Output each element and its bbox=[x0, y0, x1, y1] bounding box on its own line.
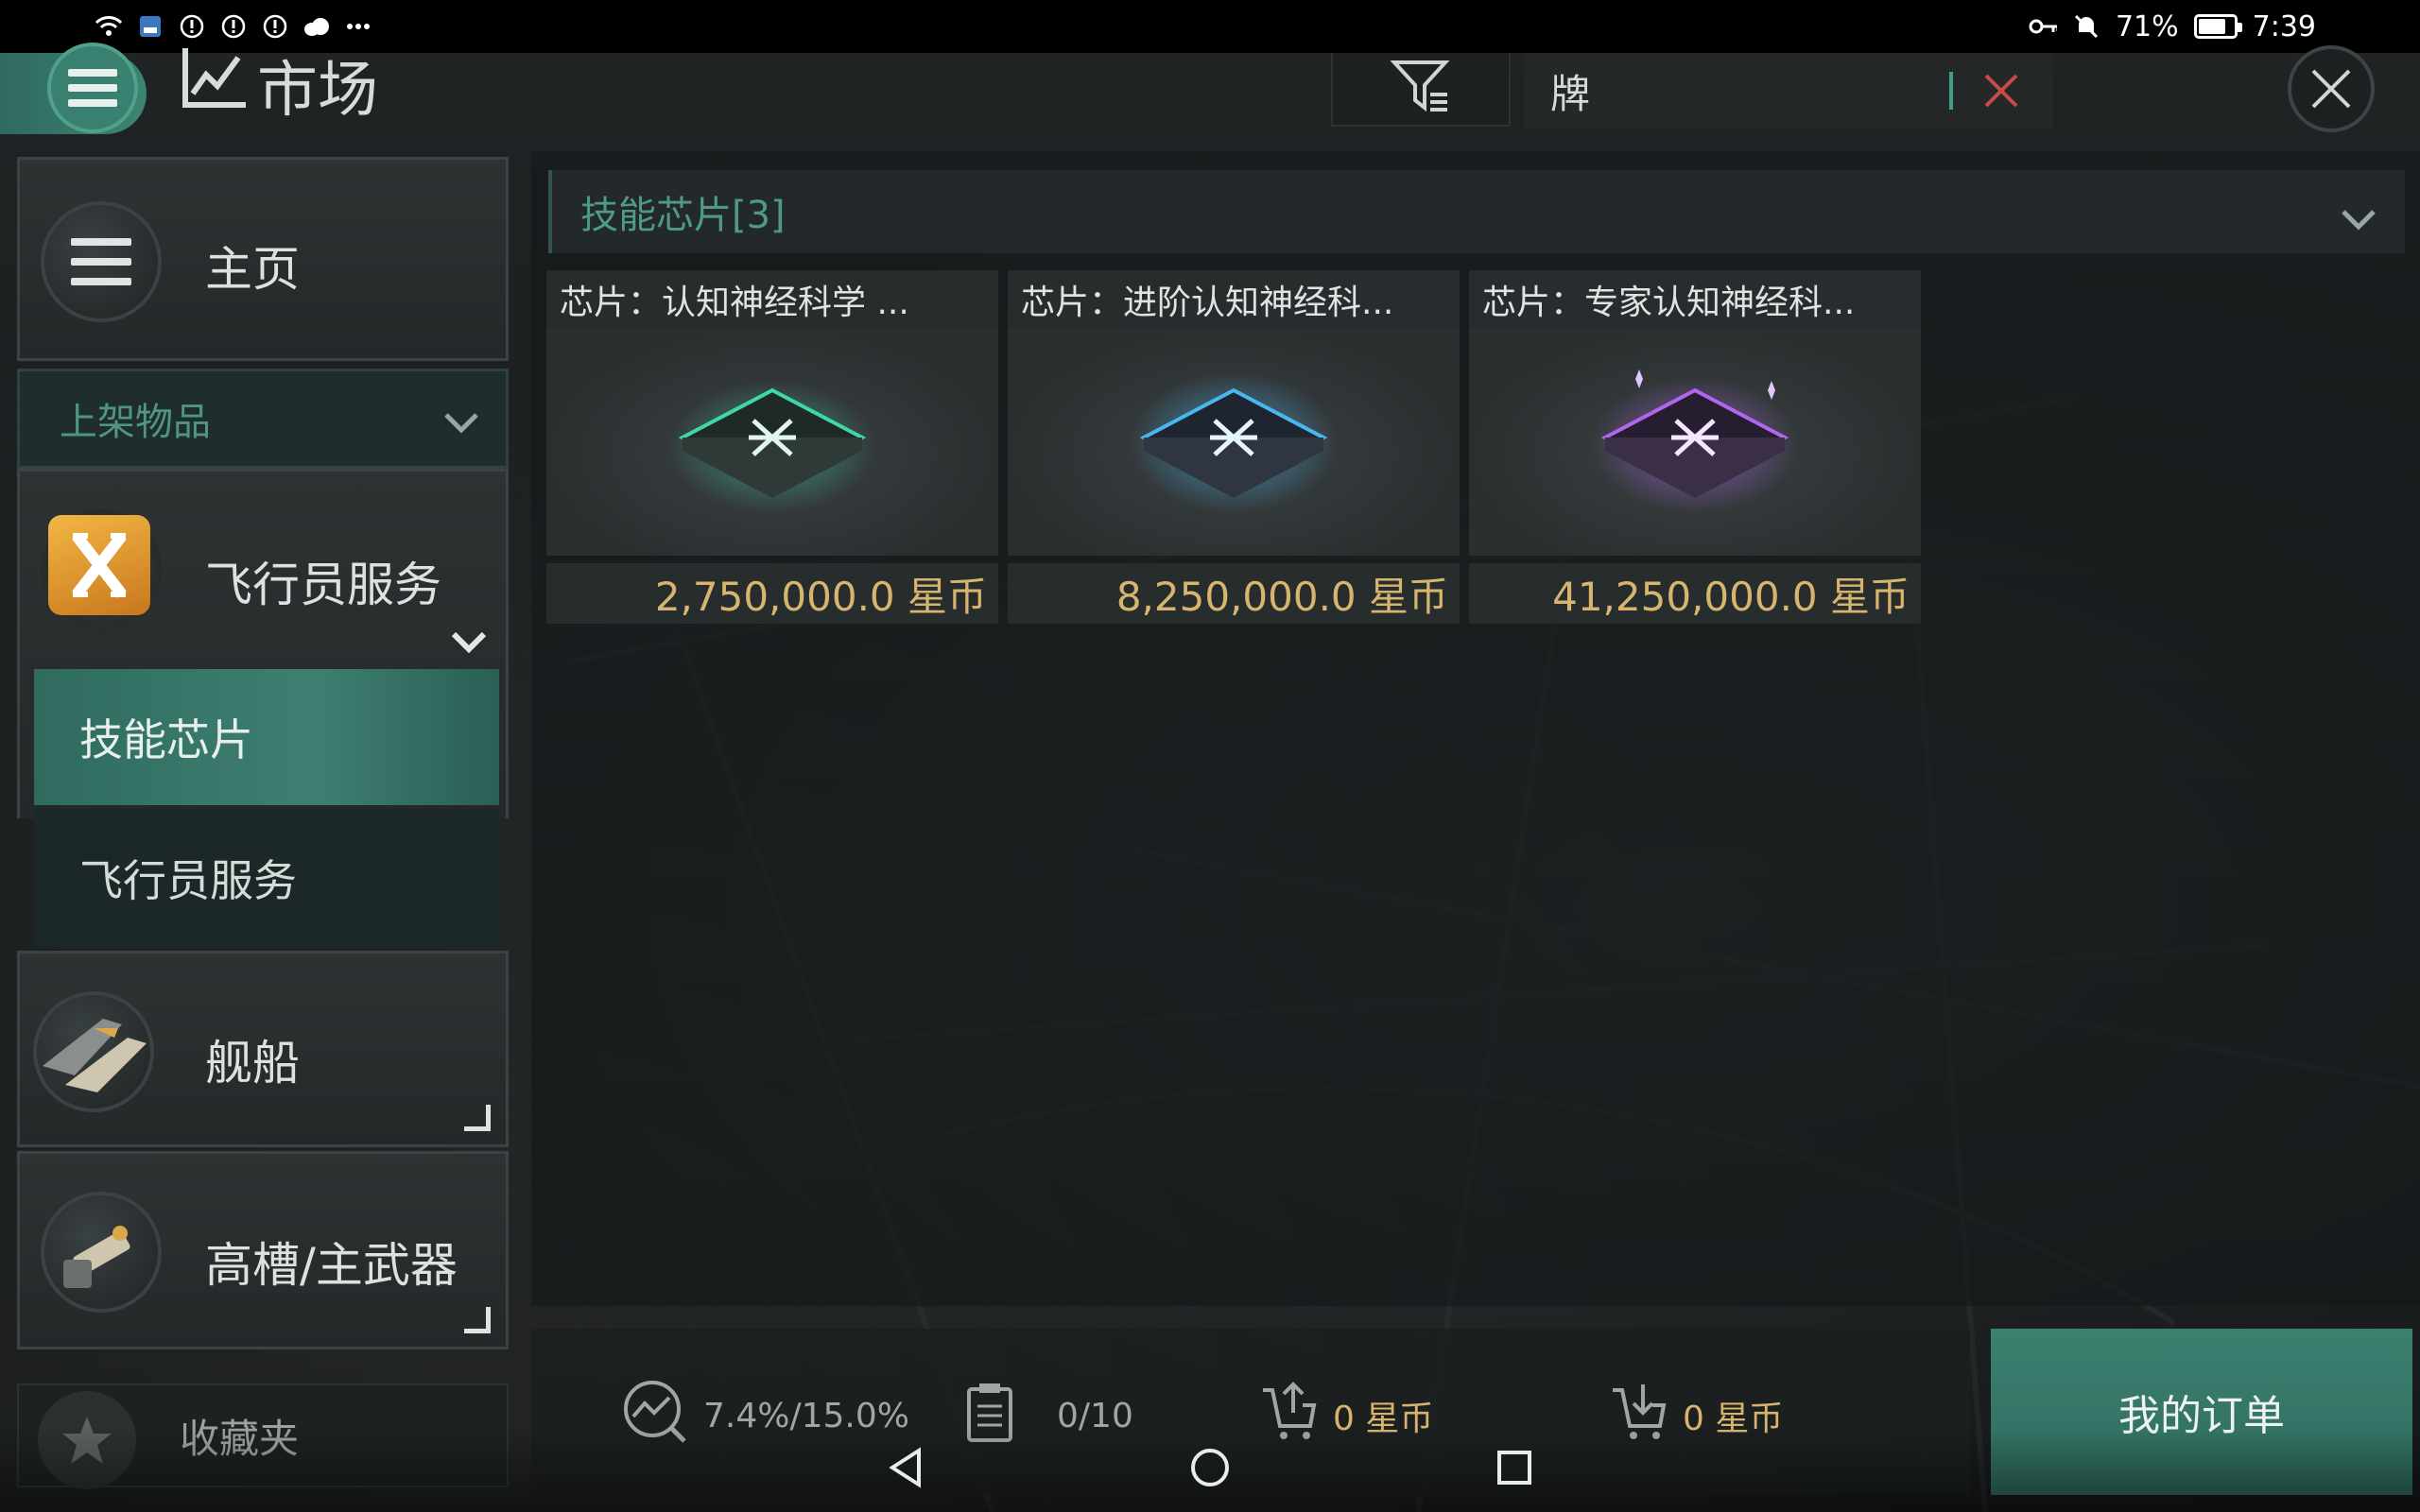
item-image bbox=[546, 329, 998, 556]
market-item-card[interactable]: 芯片：进阶认知神经科... 8,250,000.0 星币 bbox=[1008, 270, 1460, 624]
battery-icon bbox=[2193, 14, 2242, 39]
status-icons-left bbox=[95, 12, 372, 41]
item-price: 41,250,000.0 星币 bbox=[1469, 563, 1921, 624]
text-caret bbox=[1949, 72, 1953, 110]
close-window-button[interactable] bbox=[2288, 45, 2375, 132]
market-item-card[interactable]: 芯片：认知神经科学 ... 2,750,000.0 星币 bbox=[546, 270, 998, 624]
search-box bbox=[1524, 53, 2053, 129]
expand-corner-icon bbox=[464, 1307, 491, 1333]
market-chart-icon bbox=[182, 46, 248, 124]
sidebar-item-home[interactable]: 主页 bbox=[17, 157, 509, 361]
back-nav-button[interactable] bbox=[887, 1447, 925, 1492]
filter-icon bbox=[1390, 59, 1451, 119]
sidebar-item-label: 飞行员服务 bbox=[205, 558, 441, 612]
section-header-skill-chips[interactable]: 技能芯片[3] bbox=[548, 170, 2405, 253]
back-icon bbox=[889, 1447, 921, 1488]
sidebar-subitem-label: 飞行员服务 bbox=[79, 855, 297, 906]
sidebar-subitem-pilot-services[interactable]: 飞行员服务 bbox=[34, 809, 499, 947]
app-notification-icon bbox=[136, 12, 164, 41]
alert-icon bbox=[261, 12, 289, 41]
clear-search-button[interactable] bbox=[1978, 67, 2025, 114]
chip-icon bbox=[668, 381, 876, 513]
page-title-text: 市场 bbox=[257, 56, 378, 126]
cloud-icon bbox=[302, 12, 331, 41]
chip-icon bbox=[1130, 371, 1338, 513]
market-item-card[interactable]: 芯片：专家认知神经科... 41,250,000.0 星币 bbox=[1469, 270, 1921, 624]
recents-icon bbox=[1497, 1451, 1531, 1485]
main-menu-button[interactable] bbox=[0, 43, 147, 134]
sidebar-item-label: 舰船 bbox=[205, 1036, 300, 1091]
clock: 7:39 bbox=[2252, 9, 2316, 43]
wifi-icon bbox=[95, 12, 123, 41]
item-image bbox=[1008, 329, 1460, 556]
sidebar-item-ships[interactable]: 舰船 bbox=[17, 951, 509, 1147]
home-nav-button[interactable] bbox=[1189, 1447, 1231, 1492]
chip-icon bbox=[1591, 369, 1799, 513]
search-input[interactable] bbox=[1550, 67, 1947, 114]
sidebar: 主页 上架物品 飞行员服务 技能芯片 飞行员服务 舰船 高槽/主武器 bbox=[17, 157, 509, 1489]
chevron-down-icon bbox=[443, 400, 479, 443]
item-price: 2,750,000.0 星币 bbox=[546, 563, 998, 624]
chevron-down-icon bbox=[451, 630, 487, 657]
home-menu-icon bbox=[41, 201, 162, 322]
system-navigation-bar bbox=[0, 1427, 2420, 1512]
section-title: 技能芯片[3] bbox=[580, 194, 786, 237]
item-title: 芯片：专家认知神经科... bbox=[1469, 270, 1921, 329]
key-icon bbox=[2029, 12, 2057, 41]
listed-items-label: 上架物品 bbox=[60, 401, 211, 444]
expand-corner-icon bbox=[464, 1105, 491, 1131]
close-icon bbox=[1984, 74, 2018, 108]
status-icons-right: 71% 7:39 bbox=[2029, 10, 2325, 43]
ship-icon bbox=[33, 991, 154, 1112]
pilot-services-icon bbox=[48, 515, 150, 615]
sidebar-subitem-label: 技能芯片 bbox=[79, 714, 253, 765]
alert-icon bbox=[219, 12, 248, 41]
sidebar-item-label: 高槽/主武器 bbox=[205, 1238, 458, 1293]
battery-percent: 71% bbox=[2115, 9, 2179, 43]
chevron-down-icon bbox=[2341, 197, 2377, 240]
filter-button[interactable] bbox=[1331, 53, 1511, 127]
main-panel: 技能芯片[3] 芯片：认知神经科学 ... 2,750,000.0 星币 芯片：… bbox=[531, 151, 2420, 1306]
hamburger-icon bbox=[46, 43, 138, 133]
sidebar-item-label: 主页 bbox=[205, 242, 300, 297]
page-title: 市场 bbox=[182, 46, 378, 126]
item-title: 芯片：进阶认知神经科... bbox=[1008, 270, 1460, 329]
item-title: 芯片：认知神经科学 ... bbox=[546, 270, 998, 329]
recents-nav-button[interactable] bbox=[1495, 1449, 1533, 1490]
close-icon bbox=[2311, 69, 2351, 109]
home-circle-icon bbox=[1191, 1449, 1229, 1486]
listed-items-dropdown[interactable]: 上架物品 bbox=[17, 369, 509, 469]
more-icon bbox=[344, 12, 372, 41]
item-image bbox=[1469, 329, 1921, 556]
item-price: 8,250,000.0 星币 bbox=[1008, 563, 1460, 624]
sidebar-item-high-slot-weapons[interactable]: 高槽/主武器 bbox=[17, 1151, 509, 1349]
weapon-icon bbox=[41, 1192, 162, 1313]
mute-bell-icon bbox=[2072, 12, 2100, 41]
alert-icon bbox=[178, 12, 206, 41]
sidebar-subitem-skill-chips[interactable]: 技能芯片 bbox=[34, 669, 499, 805]
